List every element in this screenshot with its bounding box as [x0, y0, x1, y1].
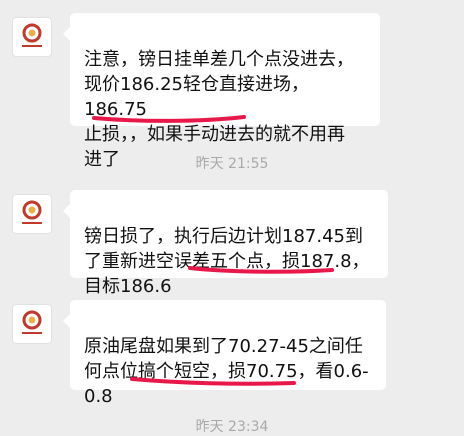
message-text: 注意，镑日挂单差几个点没进去， 现价186.25轻仓直接进场，186.75 止损… [84, 49, 354, 170]
message-text: 镑日损了，执行后边计划187.45到 了重新进空误差五个点，损187.8， 目标… [84, 226, 370, 297]
timestamp: 昨天 23:34 [195, 419, 269, 435]
timestamp: 昨天 21:55 [195, 156, 269, 172]
brand-logo-icon [22, 310, 42, 334]
message-text: 原油尾盘如果到了70.27-45之间任 何点位搞个短空，损70.75，看0.6-… [84, 336, 369, 407]
message-bubble[interactable]: 注意，镑日挂单差几个点没进去， 现价186.25轻仓直接进场，186.75 止损… [63, 13, 380, 170]
message-bubble[interactable]: 镑日损了，执行后边计划187.45到 了重新进空误差五个点，损187.8， 目标… [63, 190, 388, 297]
sender-avatar[interactable] [12, 304, 52, 344]
message-bubble[interactable]: 原油尾盘如果到了70.27-45之间任 何点位搞个短空，损70.75，看0.6-… [63, 300, 386, 407]
brand-logo-icon [22, 23, 42, 47]
sender-avatar[interactable] [12, 194, 52, 234]
sender-avatar[interactable] [12, 17, 52, 57]
brand-logo-icon [22, 200, 42, 224]
